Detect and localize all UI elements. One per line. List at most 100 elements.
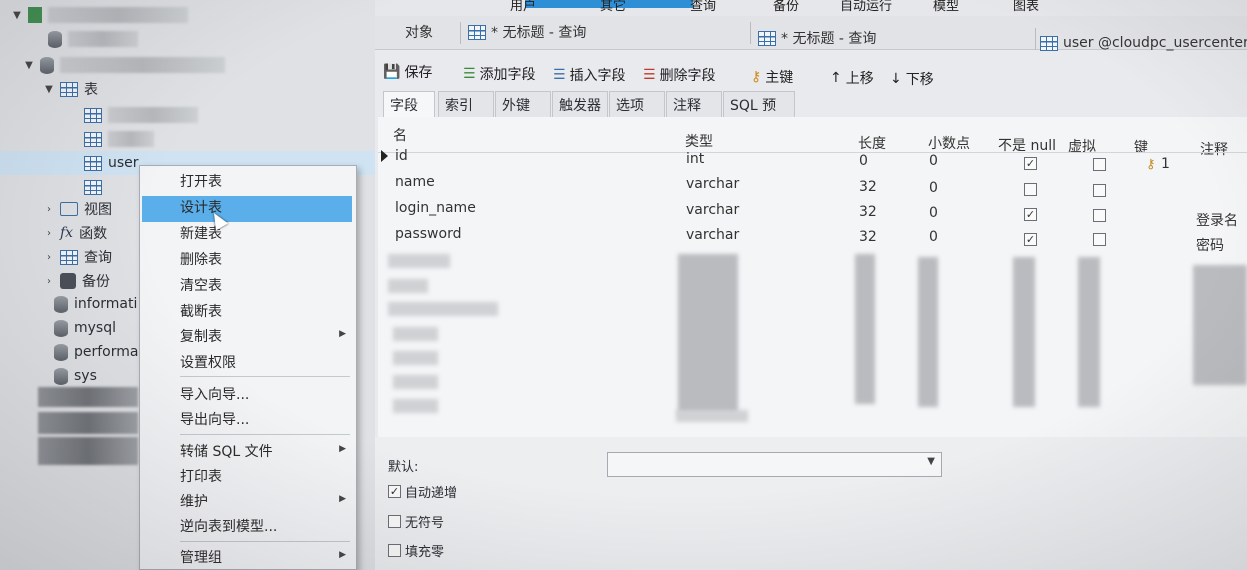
queries-node[interactable]: › 查询 [42,246,112,268]
menu-model[interactable]: 模型 [933,0,959,14]
auto-increment-option[interactable]: ✓ 自动递增 [388,482,457,501]
connection-node[interactable]: ▼ [10,4,188,26]
menu-item-copy-table[interactable]: 复制表 [180,326,222,346]
field-length-cell[interactable]: 32 [859,179,877,195]
table-row[interactable]: password varchar 32 0 ✓ 密码 [378,223,1247,254]
column-header-name[interactable]: 名 [393,125,407,145]
chevron-right-icon[interactable]: › [42,204,56,215]
field-length-cell[interactable]: 32 [859,229,877,245]
field-type-cell[interactable]: varchar [686,227,739,243]
field-decimals-cell[interactable]: 0 [929,153,938,169]
field-type-cell[interactable]: int [686,151,704,167]
field-name-cell[interactable]: password [395,226,461,242]
menu-item-truncate-table[interactable]: 截断表 [180,301,222,321]
menu-item-delete-table[interactable]: 删除表 [180,249,222,269]
views-node[interactable]: › 视图 [42,198,112,220]
menu-users[interactable]: 用户 [510,0,536,14]
chevron-down-icon[interactable]: ▼ [10,10,24,21]
menu-auto-run[interactable]: 自动运行 [840,0,892,14]
table-node[interactable] [66,128,154,150]
database-node[interactable]: mysql [50,317,116,339]
functions-node[interactable]: › fx 函数 [42,222,107,244]
redacted-node[interactable] [38,412,138,434]
menu-chart[interactable]: 图表 [1013,0,1039,14]
unsigned-option[interactable]: 无符号 [388,512,444,531]
database-node[interactable]: ▼ [22,54,225,76]
table-node[interactable] [66,176,108,198]
tab-indexes[interactable]: 索引 [438,91,494,117]
redacted-node[interactable] [38,437,138,465]
field-comment-cell[interactable]: 密码 [1196,235,1224,255]
tab-triggers[interactable]: 触发器 [552,91,608,117]
virtual-checkbox[interactable] [1093,209,1106,222]
table-row[interactable]: id int 0 0 ✓ ⚷ 1 [378,145,1247,172]
tab-table-design[interactable]: user @cloudpc_usercenter_di [1040,35,1247,51]
database-node[interactable]: sys [50,365,97,387]
tab-comments[interactable]: 注释 [666,91,722,117]
menu-item-manage-group[interactable]: 管理组 [180,547,222,567]
chevron-down-icon[interactable]: ▼ [22,60,36,71]
redacted-node[interactable] [38,386,138,408]
auto-increment-checkbox[interactable]: ✓ [388,485,401,498]
field-name-cell[interactable]: id [395,148,408,164]
menu-item-empty-table[interactable]: 清空表 [180,275,222,295]
field-decimals-cell[interactable]: 0 [929,180,938,196]
menu-item-set-permissions[interactable]: 设置权限 [180,352,236,372]
delete-field-button[interactable]: ☰ 删除字段 [643,65,716,85]
not-null-checkbox[interactable] [1024,183,1037,196]
database-node[interactable]: performa [50,341,138,363]
default-value-select[interactable]: ▼ [607,452,942,477]
menu-item-dump-sql[interactable]: 转储 SQL 文件 [180,441,273,461]
field-decimals-cell[interactable]: 0 [929,229,938,245]
menu-query[interactable]: 查询 [690,0,716,14]
not-null-checkbox[interactable]: ✓ [1024,233,1037,246]
chevron-down-icon[interactable]: ▼ [42,84,56,95]
unsigned-checkbox[interactable] [388,515,401,528]
field-length-cell[interactable]: 32 [859,204,877,220]
redacted-node[interactable] [30,28,138,50]
field-length-cell[interactable]: 0 [859,153,868,169]
backups-node[interactable]: › 备份 [42,270,110,292]
tab-options[interactable]: 选项 [609,91,665,117]
virtual-checkbox[interactable] [1093,158,1106,171]
tab-query-1[interactable]: * 无标题 - 查询 [468,22,586,42]
move-down-button[interactable]: ↓ 下移 [890,69,934,89]
not-null-checkbox[interactable]: ✓ [1024,157,1037,170]
menu-item-reverse-to-model[interactable]: 逆向表到模型... [180,516,277,536]
chevron-right-icon[interactable]: › [42,228,56,239]
add-field-button[interactable]: ☰ 添加字段 [463,64,536,84]
field-name-cell[interactable]: login_name [395,200,476,216]
database-node[interactable]: informati [50,293,137,315]
field-type-cell[interactable]: varchar [686,202,739,218]
tables-group-node[interactable]: ▼ 表 [42,78,98,100]
menu-item-open-table[interactable]: 打开表 [180,171,222,191]
menu-item-export-wizard[interactable]: 导出向导... [180,409,249,429]
tab-foreign-keys[interactable]: 外键 [495,91,551,117]
zerofill-option[interactable]: 填充零 [388,541,444,560]
table-row[interactable]: login_name varchar 32 0 ✓ 登录名 [378,197,1247,229]
menu-other[interactable]: 其它 [600,0,626,14]
field-name-cell[interactable]: name [395,174,435,190]
not-null-checkbox[interactable]: ✓ [1024,208,1037,221]
move-up-button[interactable]: ↑ 上移 [830,68,874,88]
menu-item-maintain[interactable]: 维护 [180,491,208,511]
field-type-cell[interactable]: varchar [686,176,739,192]
table-node[interactable] [66,104,198,126]
tab-query-2[interactable]: * 无标题 - 查询 [758,28,876,48]
tab-sql-preview[interactable]: SQL 预览 [723,91,795,134]
chevron-right-icon[interactable]: › [42,252,56,263]
zerofill-checkbox[interactable] [388,544,401,557]
table-node-user[interactable]: user [66,152,139,174]
tab-objects[interactable]: 对象 [405,22,433,42]
menu-item-print-table[interactable]: 打印表 [180,466,222,486]
save-button[interactable]: 💾 保存 [383,62,432,82]
primary-key-button[interactable]: ⚷ 主键 [751,67,793,87]
field-decimals-cell[interactable]: 0 [929,205,938,221]
tab-fields[interactable]: 字段 [383,91,435,117]
insert-field-button[interactable]: ☰ 插入字段 [553,65,626,85]
chevron-right-icon[interactable]: › [42,276,56,287]
menu-item-import-wizard[interactable]: 导入向导... [180,384,249,404]
virtual-checkbox[interactable] [1093,184,1106,197]
menu-backup[interactable]: 备份 [773,0,799,14]
table-row[interactable]: name varchar 32 0 [378,171,1247,197]
